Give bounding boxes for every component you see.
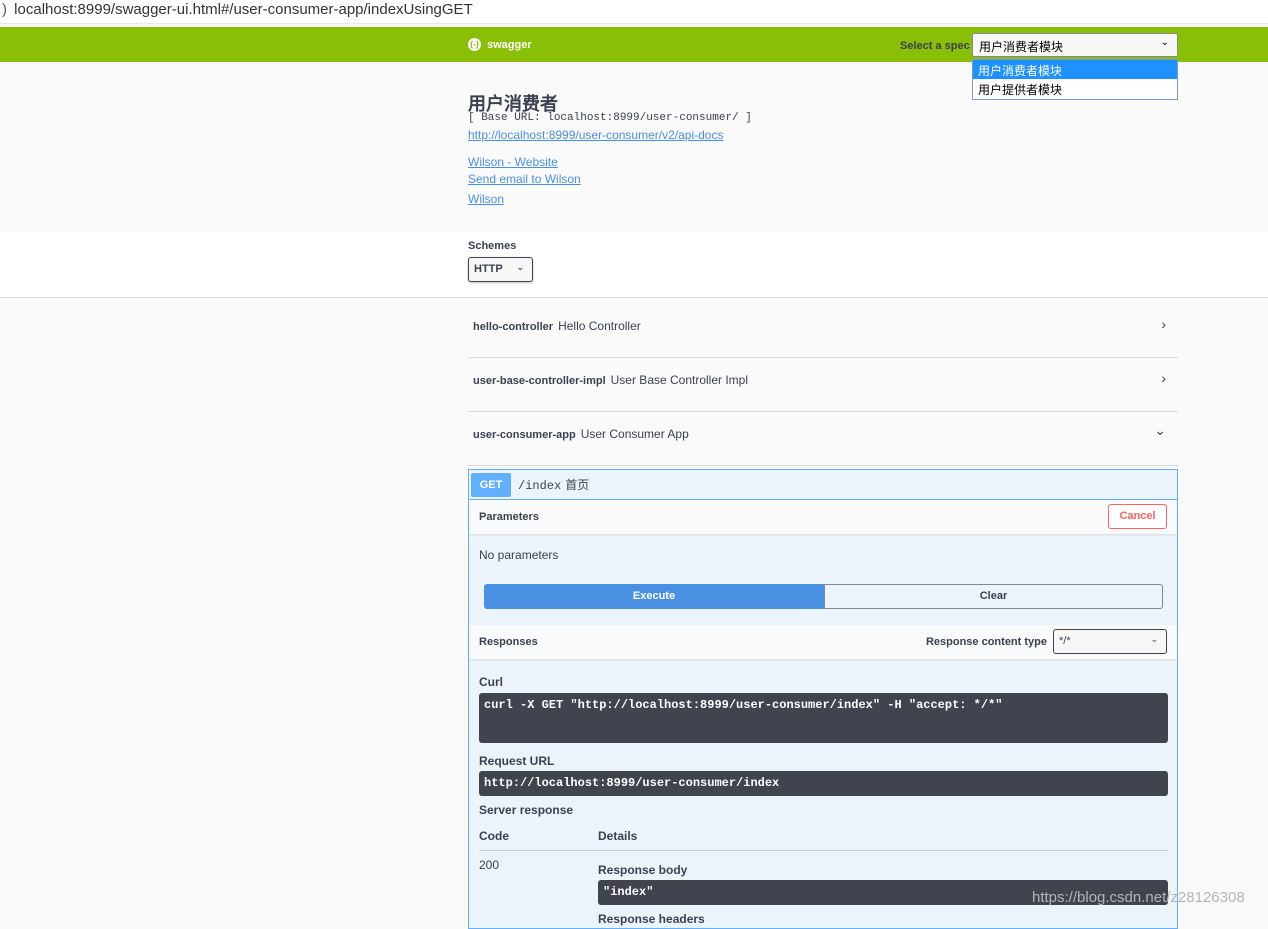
swagger-logo[interactable]: {-} swagger bbox=[468, 38, 532, 51]
spec-option[interactable]: 用户消费者模块 bbox=[973, 60, 1177, 79]
response-headers-label: Response headers bbox=[598, 912, 705, 926]
spec-select[interactable]: 用户消费者模块 ⌄ bbox=[972, 33, 1178, 57]
tag-hello-controller[interactable]: hello-controller Hello Controller › bbox=[468, 304, 1178, 358]
chevron-down-icon: ⌄ bbox=[516, 262, 524, 272]
info-icon: ) bbox=[2, 1, 7, 18]
method-badge: GET bbox=[471, 472, 511, 497]
schemes-selected: HTTP bbox=[474, 263, 503, 275]
address-url[interactable]: localhost:8999/swagger-ui.html#/user-con… bbox=[14, 1, 473, 18]
divider bbox=[479, 850, 1168, 851]
tag-user-base-controller-impl[interactable]: user-base-controller-impl User Base Contr… bbox=[468, 358, 1178, 412]
tag-name: user-base-controller-impl bbox=[473, 375, 606, 387]
contact-link[interactable]: Wilson bbox=[468, 192, 504, 206]
spec-dropdown: 用户消费者模块 用户提供者模块 bbox=[972, 59, 1178, 100]
execute-wrapper: Execute Clear bbox=[484, 584, 1163, 609]
response-code: 200 bbox=[479, 858, 500, 872]
responses-title: Responses bbox=[479, 636, 538, 648]
cancel-button[interactable]: Cancel bbox=[1108, 504, 1167, 529]
request-url-block[interactable]: http://localhost:8999/user-consumer/inde… bbox=[479, 771, 1168, 796]
operation-header[interactable]: GET /index 首页 bbox=[469, 470, 1177, 500]
schemes-section: Schemes HTTP ⌄ bbox=[0, 232, 1268, 298]
response-content-type-label: Response content type bbox=[925, 636, 1047, 648]
schemes-select[interactable]: HTTP ⌄ bbox=[468, 257, 533, 282]
address-bar[interactable]: ) localhost:8999/swagger-ui.html#/user-c… bbox=[0, 0, 1268, 24]
website-link[interactable]: Wilson - Website bbox=[468, 155, 558, 169]
responses-header: Responses Response content type */* ⌄ bbox=[469, 625, 1177, 659]
chevron-down-icon: ⌄ bbox=[1150, 634, 1158, 644]
email-link[interactable]: Send email to Wilson bbox=[468, 172, 581, 186]
tag-name: user-consumer-app bbox=[473, 429, 576, 441]
spec-selected: 用户消费者模块 bbox=[979, 40, 1064, 54]
request-url-label: Request URL bbox=[479, 754, 555, 768]
base-url: [ Base URL: localhost:8999/user-consumer… bbox=[468, 112, 752, 124]
tag-desc: User Consumer App bbox=[580, 427, 689, 441]
chevron-right-icon[interactable]: › bbox=[1161, 316, 1166, 332]
schemes-label: Schemes bbox=[468, 240, 517, 252]
spec-label: Select a spec bbox=[900, 40, 970, 52]
chevron-down-icon[interactable]: ⌄ bbox=[1154, 422, 1166, 439]
parameters-title: Parameters bbox=[479, 511, 539, 523]
topbar: {-} swagger Select a spec 用户消费者模块 ⌄ bbox=[0, 27, 1268, 62]
clear-button[interactable]: Clear bbox=[824, 584, 1163, 609]
response-content-type-value: */* bbox=[1059, 635, 1071, 647]
tag-desc: User Base Controller Impl bbox=[610, 373, 749, 387]
details-header: Details bbox=[598, 829, 638, 843]
response-content-type-select[interactable]: */* ⌄ bbox=[1053, 629, 1167, 654]
chevron-right-icon[interactable]: › bbox=[1161, 370, 1166, 386]
tag-desc: Hello Controller bbox=[558, 319, 641, 333]
swagger-logo-icon: {-} bbox=[468, 38, 481, 51]
tag-user-consumer-app[interactable]: user-consumer-app User Consumer App ⌄ bbox=[468, 412, 1178, 466]
response-body-label: Response body bbox=[598, 863, 688, 877]
parameters-header: Parameters Cancel bbox=[469, 500, 1177, 534]
code-header: Code bbox=[479, 829, 509, 843]
watermark: https://blog.csdn.net/z28126308 bbox=[1032, 889, 1245, 906]
path-text: /index bbox=[518, 479, 562, 493]
api-docs-link[interactable]: http://localhost:8999/user-consumer/v2/a… bbox=[468, 128, 723, 142]
execute-button[interactable]: Execute bbox=[484, 584, 824, 609]
operation-path: /index 首页 bbox=[518, 476, 589, 493]
chevron-down-icon: ⌄ bbox=[1160, 37, 1169, 48]
curl-block[interactable]: curl -X GET "http://localhost:8999/user-… bbox=[479, 693, 1168, 743]
operation-get-index: GET /index 首页 Parameters Cancel No parame… bbox=[468, 469, 1178, 929]
operation-summary: 首页 bbox=[565, 478, 590, 492]
tag-name: hello-controller bbox=[473, 321, 554, 333]
curl-label: Curl bbox=[479, 675, 503, 689]
logo-text: swagger bbox=[487, 38, 532, 51]
no-parameters: No parameters bbox=[479, 548, 559, 562]
spec-option[interactable]: 用户提供者模块 bbox=[973, 79, 1177, 98]
server-response-label: Server response bbox=[479, 803, 574, 817]
